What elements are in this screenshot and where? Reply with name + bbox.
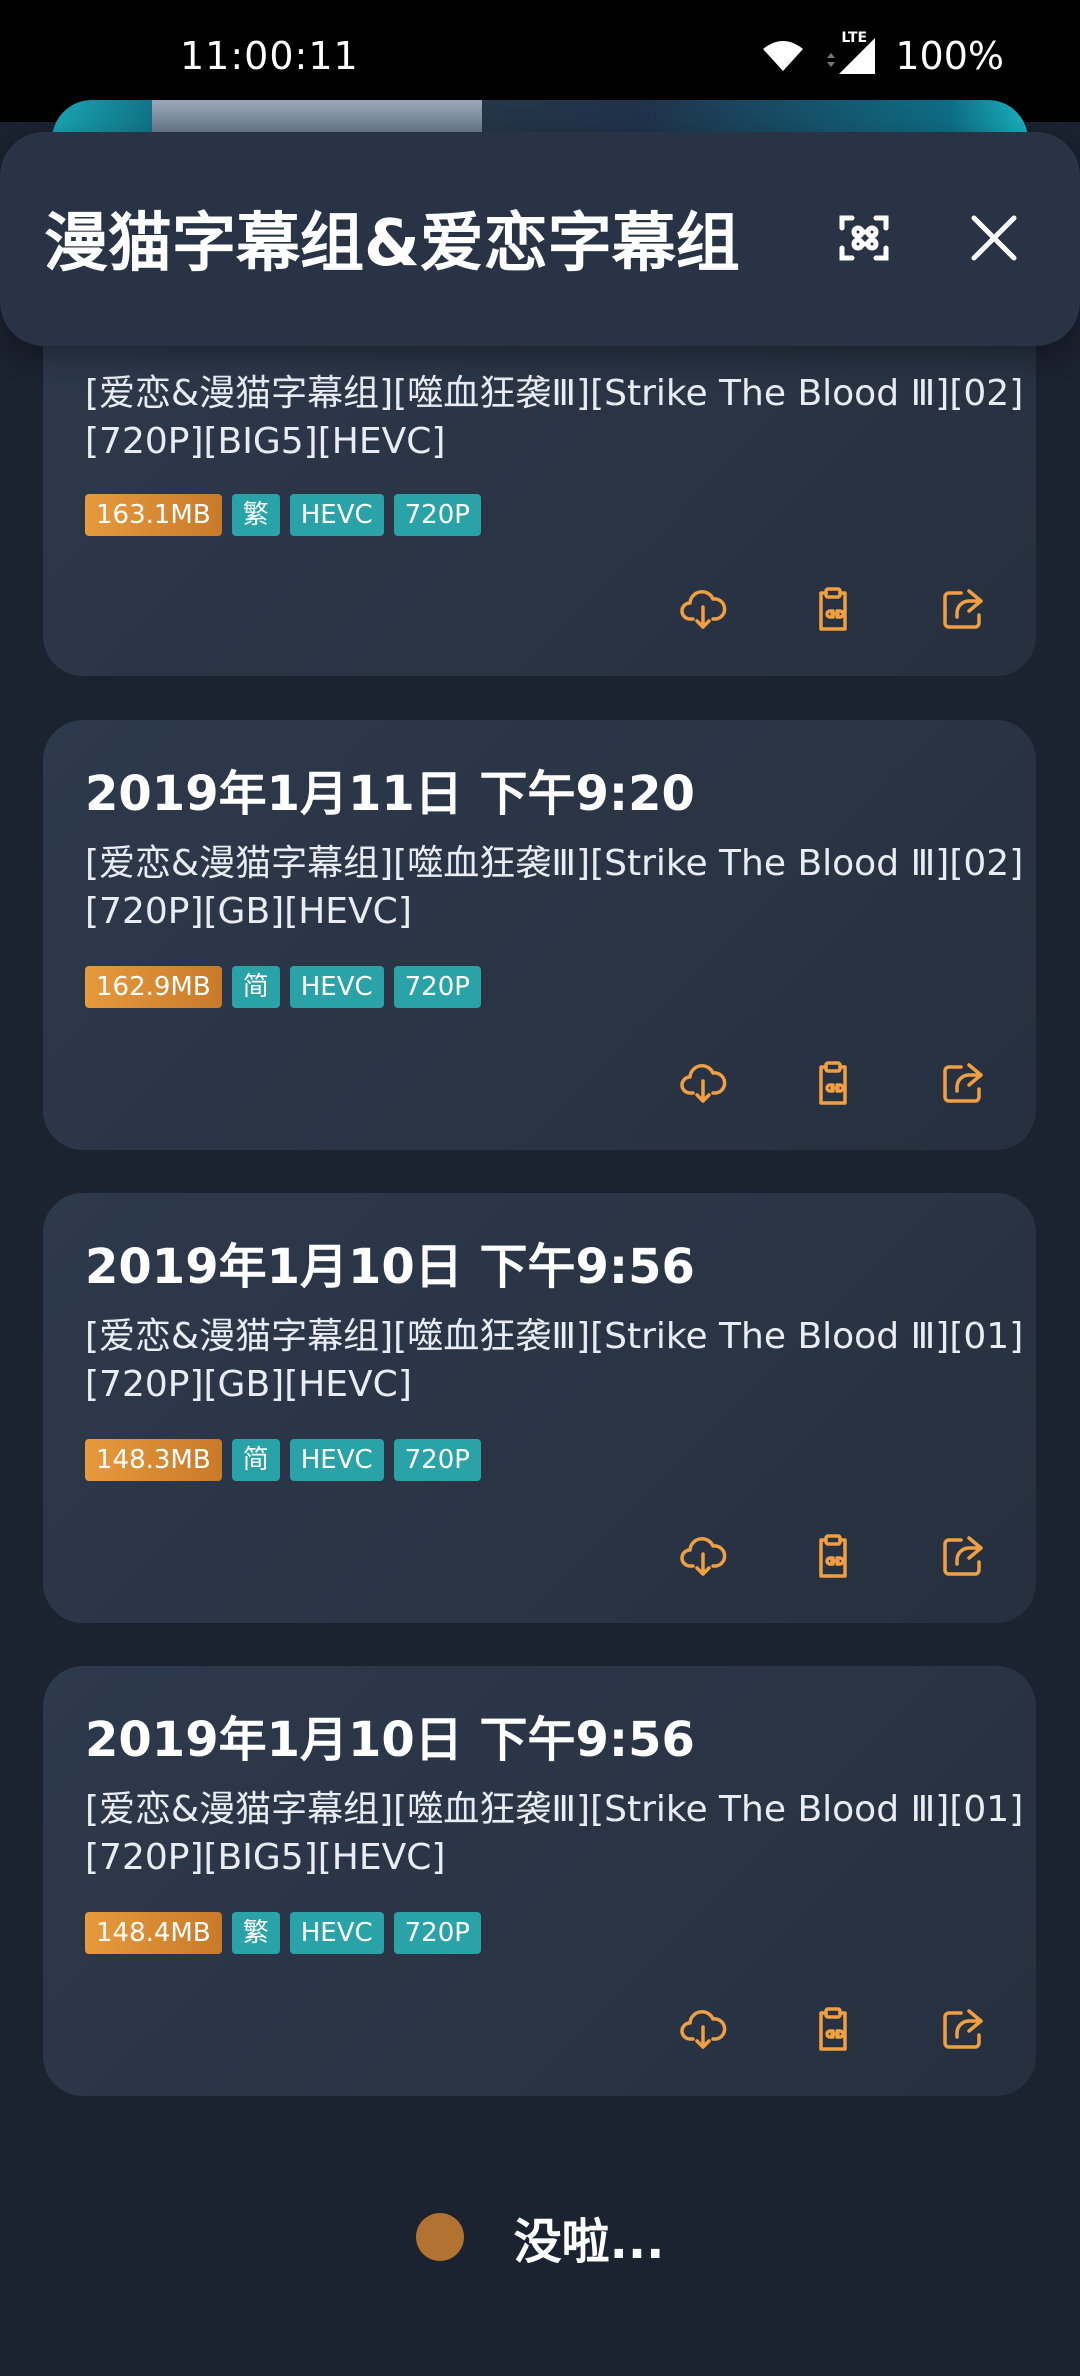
download-button[interactable]	[678, 586, 728, 636]
end-of-list-text: 没啦...	[513, 2214, 665, 2270]
release-date: 2019年1月11日 下午9:20	[85, 766, 695, 822]
size-badge: 162.9MB	[85, 966, 222, 1008]
download-button[interactable]	[678, 1060, 728, 1110]
language-badge: 简	[231, 1439, 280, 1481]
lte-signal-icon: LTE	[823, 30, 877, 76]
release-title: [爱恋&漫猫字幕组][噬血狂袭Ⅲ][Strike The Blood Ⅲ][01…	[85, 1316, 1024, 1405]
card-actions	[678, 1060, 988, 1110]
codec-badge: HEVC	[289, 1912, 384, 1954]
share-button[interactable]	[938, 2006, 988, 2056]
share-icon	[939, 585, 987, 637]
copy-link-button[interactable]	[808, 1533, 858, 1583]
codec-badge: HEVC	[289, 494, 384, 536]
size-badge: 163.1MB	[85, 494, 222, 536]
close-button[interactable]	[958, 204, 1030, 276]
copy-link-button[interactable]	[808, 2006, 858, 2056]
sheet-header: 漫猫字幕组&爱恋字幕组	[0, 132, 1080, 346]
screen: 11:00:11 LTE 100% 漫猫字幕组&爱恋字幕组 [爱恋&漫猫字幕组]…	[0, 0, 1080, 2376]
list-end-indicator: 没啦...	[0, 2200, 1080, 2274]
release-card[interactable]: 2019年1月10日 下午9:56 [爱恋&漫猫字幕组][噬血狂袭Ⅲ][Stri…	[43, 1193, 1036, 1623]
scan-button[interactable]	[828, 204, 900, 276]
card-actions	[678, 1533, 988, 1583]
battery-text: 100%	[895, 34, 1004, 78]
share-button[interactable]	[938, 1533, 988, 1583]
release-tags: 163.1MB 繁 HEVC 720P	[85, 494, 481, 536]
cloud-download-icon	[679, 2005, 727, 2057]
clipboard-link-icon	[809, 1059, 857, 1111]
clipboard-link-icon	[809, 2005, 857, 2057]
loading-dot	[415, 2213, 464, 2261]
codec-badge: HEVC	[289, 966, 384, 1008]
release-title: [爱恋&漫猫字幕组][噬血狂袭Ⅲ][Strike The Blood Ⅲ][01…	[85, 1789, 1024, 1878]
cloud-download-icon	[679, 585, 727, 637]
language-badge: 简	[231, 966, 280, 1008]
share-icon	[939, 2005, 987, 2057]
clipboard-link-icon	[809, 585, 857, 637]
cloud-download-icon	[679, 1532, 727, 1584]
language-badge: 繁	[231, 494, 280, 536]
release-date: 2019年1月10日 下午9:56	[85, 1239, 695, 1295]
share-button[interactable]	[938, 586, 988, 636]
release-tags: 148.4MB 繁 HEVC 720P	[85, 1912, 481, 1954]
codec-badge: HEVC	[289, 1439, 384, 1481]
release-title: [爱恋&漫猫字幕组][噬血狂袭Ⅲ][Strike The Blood Ⅲ][02…	[85, 843, 1024, 932]
release-title: [爱恋&漫猫字幕组][噬血狂袭Ⅲ][Strike The Blood Ⅲ][02…	[85, 373, 1024, 462]
card-actions	[678, 586, 988, 636]
card-actions	[678, 2006, 988, 2056]
status-icons: LTE 100%	[761, 30, 1004, 78]
close-icon	[969, 213, 1019, 267]
status-time: 11:00:11	[180, 34, 359, 78]
release-card[interactable]: 2019年1月10日 下午9:56 [爱恋&漫猫字幕组][噬血狂袭Ⅲ][Stri…	[43, 1666, 1036, 2096]
share-icon	[939, 1532, 987, 1584]
copy-link-button[interactable]	[808, 586, 858, 636]
clipboard-link-icon	[809, 1532, 857, 1584]
resolution-badge: 720P	[393, 966, 481, 1008]
resolution-badge: 720P	[393, 494, 481, 536]
wifi-icon	[761, 39, 805, 73]
share-button[interactable]	[938, 1060, 988, 1110]
size-badge: 148.4MB	[85, 1912, 222, 1954]
download-button[interactable]	[678, 1533, 728, 1583]
resolution-badge: 720P	[393, 1439, 481, 1481]
release-date: 2019年1月10日 下午9:56	[85, 1712, 695, 1768]
release-tags: 162.9MB 简 HEVC 720P	[85, 966, 481, 1008]
download-button[interactable]	[678, 2006, 728, 2056]
page-title: 漫猫字幕组&爱恋字幕组	[44, 207, 740, 281]
copy-link-button[interactable]	[808, 1060, 858, 1110]
release-tags: 148.3MB 简 HEVC 720P	[85, 1439, 481, 1481]
resolution-badge: 720P	[393, 1912, 481, 1954]
network-type: LTE	[841, 30, 868, 46]
share-icon	[939, 1059, 987, 1111]
cloud-download-icon	[679, 1059, 727, 1111]
size-badge: 148.3MB	[85, 1439, 222, 1481]
release-card[interactable]: 2019年1月11日 下午9:20 [爱恋&漫猫字幕组][噬血狂袭Ⅲ][Stri…	[43, 720, 1036, 1150]
scan-icon	[836, 210, 892, 270]
language-badge: 繁	[231, 1912, 280, 1954]
